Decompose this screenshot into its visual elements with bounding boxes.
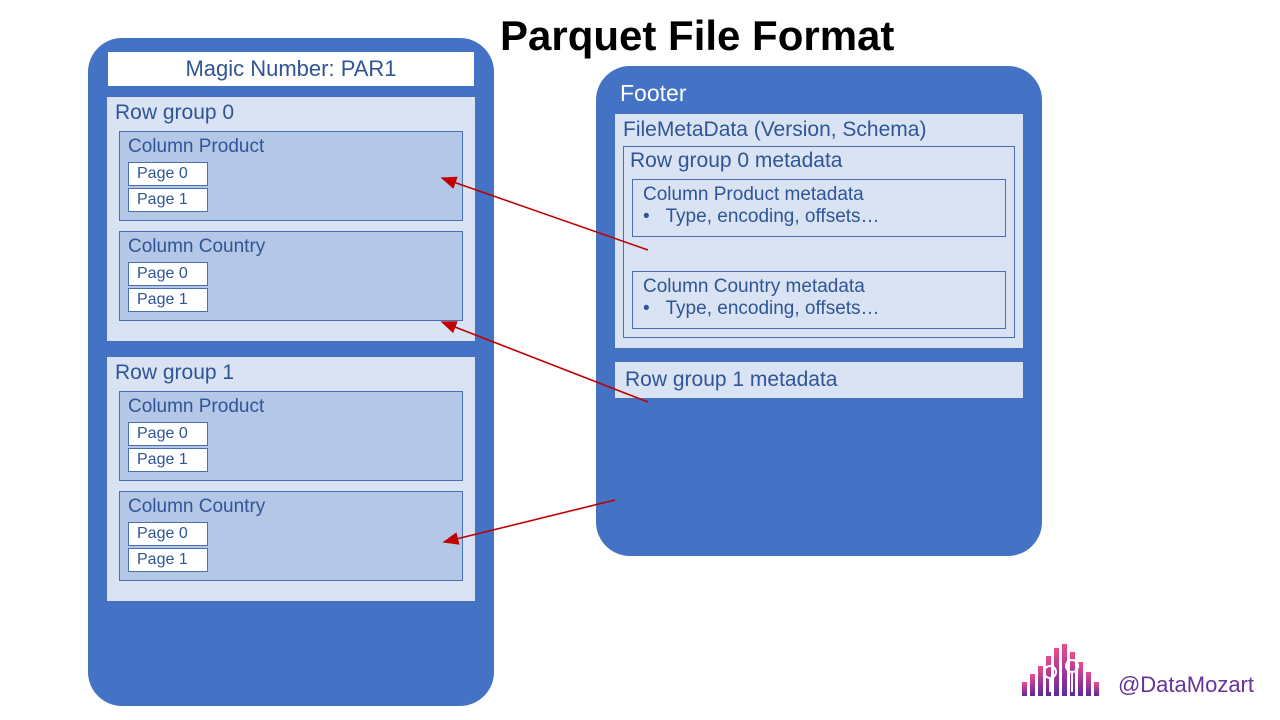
column-product: Column Product Page 0 Page 1 [119,391,463,481]
page-box: Page 1 [128,548,208,572]
colmeta-title: Column Product metadata [643,184,995,206]
row-group-0-metadata: Row group 0 metadata Column Product meta… [623,146,1015,338]
row-group-label: Row group 1 [115,361,467,385]
row-group-label: Row group 0 [115,101,467,125]
equalizer-logo-icon [1020,642,1106,698]
column-country: Column Country Page 0 Page 1 [119,491,463,581]
attribution-handle: @DataMozart [1118,672,1254,698]
column-label: Column Product [128,136,454,158]
page-box: Page 0 [128,162,208,186]
magic-number-box: Magic Number: PAR1 [108,52,474,86]
file-metadata-box: FileMetaData (Version, Schema) Row group… [614,113,1024,349]
row-group-0: Row group 0 Column Product Page 0 Page 1… [106,96,476,342]
column-label: Column Country [128,236,454,258]
colmeta-title: Column Country metadata [643,276,995,298]
page-box: Page 0 [128,422,208,446]
page-box: Page 1 [128,448,208,472]
page-box: Page 0 [128,522,208,546]
footer-container: Footer FileMetaData (Version, Schema) Ro… [596,66,1042,556]
colmeta-detail: • Type, encoding, offsets… [643,298,995,320]
rg-metadata-label: Row group 0 metadata [630,149,1008,173]
file-metadata-label: FileMetaData (Version, Schema) [623,118,1015,142]
page-box: Page 1 [128,188,208,212]
column-product-metadata: Column Product metadata • Type, encoding… [632,179,1006,237]
column-label: Column Product [128,396,454,418]
row-group-1: Row group 1 Column Product Page 0 Page 1… [106,356,476,602]
column-country-metadata: Column Country metadata • Type, encoding… [632,271,1006,329]
column-country: Column Country Page 0 Page 1 [119,231,463,321]
column-label: Column Country [128,496,454,518]
page-box: Page 1 [128,288,208,312]
row-group-1-metadata: Row group 1 metadata [614,361,1024,399]
column-product: Column Product Page 0 Page 1 [119,131,463,221]
attribution: @DataMozart [1020,642,1254,698]
footer-label: Footer [620,80,1024,107]
page-box: Page 0 [128,262,208,286]
parquet-file-container: Magic Number: PAR1 Row group 0 Column Pr… [88,38,494,706]
colmeta-detail: • Type, encoding, offsets… [643,206,995,228]
diagram-title: Parquet File Format [500,12,894,60]
